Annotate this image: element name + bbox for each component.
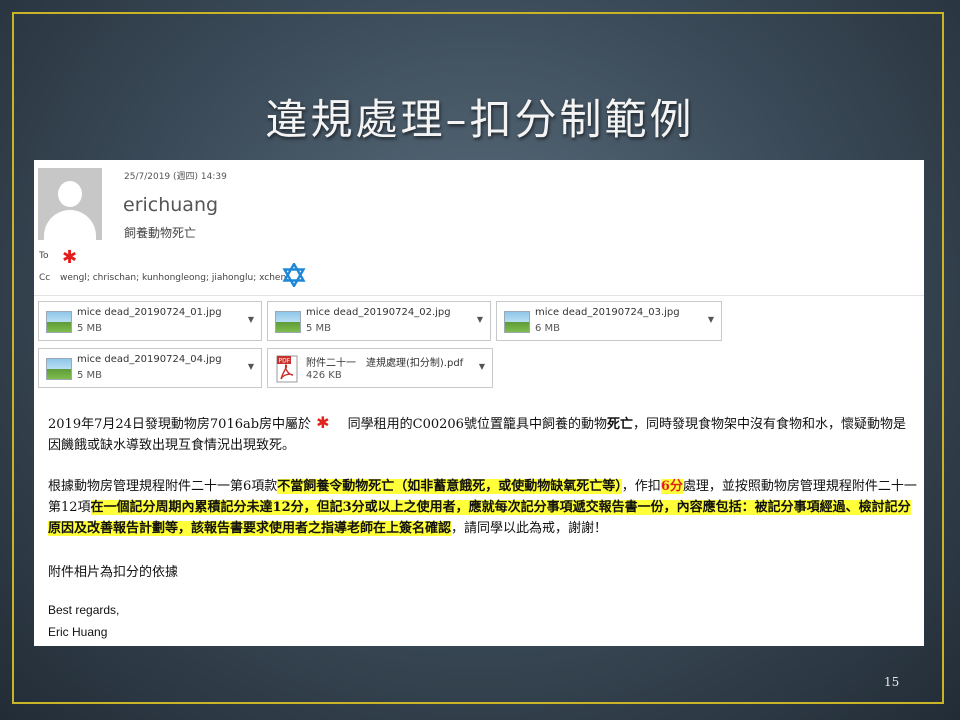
header-divider <box>34 295 924 296</box>
to-label: To <box>39 251 49 261</box>
redaction-star-icon: ✱ <box>62 247 78 268</box>
redaction-star-icon: ✱ <box>311 413 335 432</box>
highlighted-text: 不當飼養令動物死亡（如非蓄意餓死，或使動物缺氧死亡等） <box>277 479 622 494</box>
image-file-icon <box>504 311 530 333</box>
attachment-name: mice dead_20190724_04.jpg <box>77 354 222 365</box>
cc-label: Cc <box>39 273 51 283</box>
attachment-size: 5 MB <box>77 323 103 334</box>
email-body-paragraph-3: 附件相片為扣分的依據 <box>48 562 918 583</box>
email-body-paragraph-1: 2019年7月24日發現動物房7016ab房中屬於 ✱ 同學租用的C00206號… <box>48 412 918 456</box>
body-text: 附件相片為扣分的依據 <box>48 565 179 580</box>
image-file-icon <box>275 311 301 333</box>
cc-list[interactable]: wengl; chrischan; kunhongleong; jiahongl… <box>60 273 289 283</box>
attachment-1[interactable]: mice dead_20190724_01.jpg 5 MB ▼ <box>38 301 262 341</box>
pdf-file-icon: PDF <box>276 355 298 383</box>
email-body-paragraph-2: 根據動物房管理規程附件二十一第6項款不當飼養令動物死亡（如非蓄意餓死，或使動物缺… <box>48 476 918 539</box>
chevron-down-icon[interactable]: ▼ <box>479 362 485 371</box>
attachment-size: 5 MB <box>77 370 103 381</box>
body-text: 根據動物房管理規程附件二十一第6項款 <box>48 479 278 494</box>
email-sender[interactable]: erichuang <box>123 194 218 216</box>
attachment-name: mice dead_20190724_03.jpg <box>535 307 680 318</box>
image-file-icon <box>46 311 72 333</box>
attachment-size: 426 KB <box>306 370 342 381</box>
attachment-size: 5 MB <box>306 323 332 334</box>
body-text: 同學租用的C00206號位置籠具中飼養的動物 <box>347 417 607 432</box>
slide-title: 違規處理–扣分制範例 <box>265 95 695 144</box>
chevron-down-icon[interactable]: ▼ <box>708 315 714 324</box>
email-subject: 飼養動物死亡 <box>124 226 197 240</box>
email-date: 25/7/2019 (週四) 14:39 <box>124 172 227 182</box>
chevron-down-icon[interactable]: ▼ <box>477 315 483 324</box>
svg-text:PDF: PDF <box>279 358 291 365</box>
page-number: 15 <box>884 675 900 689</box>
sender-avatar <box>38 168 102 240</box>
redaction-hexagram-icon <box>282 263 306 287</box>
attachment-4[interactable]: mice dead_20190724_04.jpg 5 MB ▼ <box>38 348 262 388</box>
email-signature: Eric Huang <box>48 625 108 639</box>
body-emphasis: 死亡 <box>606 417 633 432</box>
image-file-icon <box>46 358 72 380</box>
attachment-name: mice dead_20190724_02.jpg <box>306 307 451 318</box>
attachment-name: mice dead_20190724_01.jpg <box>77 307 222 318</box>
chevron-down-icon[interactable]: ▼ <box>248 315 254 324</box>
attachment-2[interactable]: mice dead_20190724_02.jpg 5 MB ▼ <box>267 301 491 341</box>
email-closing: Best regards, <box>48 603 120 617</box>
body-text: 2019年7月24日發現動物房7016ab房中屬於 <box>48 417 312 432</box>
email-screenshot: 25/7/2019 (週四) 14:39 erichuang 飼養動物死亡 To… <box>34 160 924 646</box>
body-text: ，作扣 <box>621 479 661 494</box>
chevron-down-icon[interactable]: ▼ <box>248 362 254 371</box>
highlighted-points: 6分 <box>660 479 683 494</box>
body-text: ，請同學以此為戒，謝謝！ <box>451 521 608 536</box>
attachment-5[interactable]: PDF 附件二十一 違規處理(扣分制).pdf 426 KB ▼ <box>267 348 493 388</box>
attachment-size: 6 MB <box>535 323 561 334</box>
attachment-3[interactable]: mice dead_20190724_03.jpg 6 MB ▼ <box>496 301 722 341</box>
attachment-name: 附件二十一 違規處理(扣分制).pdf <box>306 358 464 369</box>
